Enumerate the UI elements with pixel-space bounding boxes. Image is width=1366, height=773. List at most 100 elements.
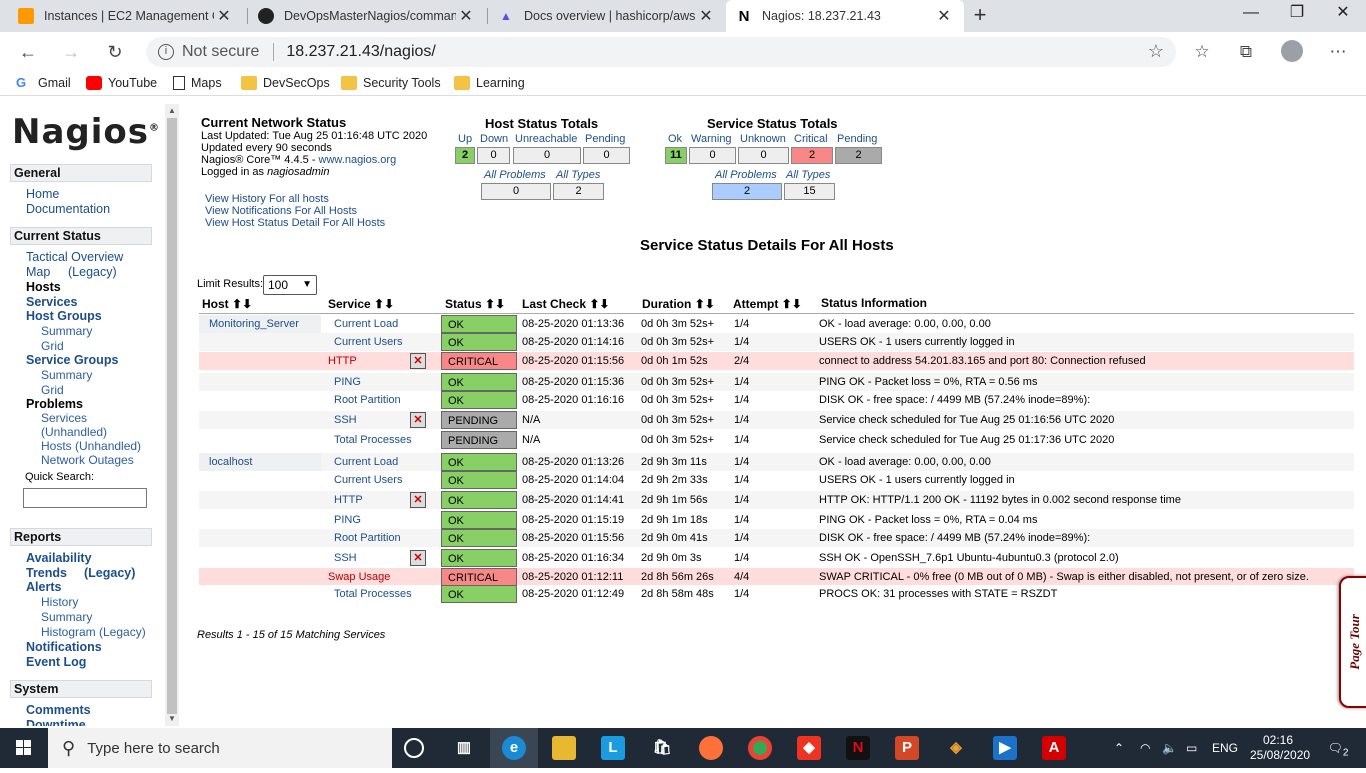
close-tab-icon[interactable]: ✕ [456, 6, 476, 26]
nav-host-groups[interactable]: Host Groups [26, 309, 102, 323]
service-cell[interactable]: Swap Usage [328, 568, 412, 586]
nav-hosts-unhandled[interactable]: Hosts (Unhandled) [41, 439, 141, 453]
host-down-count[interactable]: 0 [477, 147, 510, 164]
col-status[interactable]: Status ⬆⬇ [445, 297, 505, 311]
bookmark-learning[interactable]: Learning [454, 76, 525, 90]
notifications-disabled-icon[interactable]: ✕ [410, 492, 426, 508]
nav-trends[interactable]: Trends [26, 566, 67, 580]
clock[interactable]: 02:16 25/08/2020 [1250, 728, 1310, 768]
tray-chevron-icon[interactable]: ⌃ [1114, 728, 1124, 768]
nav-home[interactable]: Home [26, 187, 59, 201]
tab-nagios[interactable]: N Nagios: 18.237.21.43 ✕ [726, 0, 964, 32]
store-icon[interactable]: 🛍 [650, 736, 674, 760]
host-pending-count[interactable]: 0 [583, 147, 630, 164]
host-unreachable-count[interactable]: 0 [513, 147, 581, 164]
host-all-problems-label[interactable]: All Problems [484, 169, 546, 181]
nav-service-groups-summary[interactable]: Summary [41, 368, 92, 382]
limit-results-select[interactable]: 100 ▼ [263, 275, 317, 295]
firefox-icon[interactable] [699, 736, 723, 760]
nav-service-groups[interactable]: Service Groups [26, 353, 118, 367]
notifications-disabled-icon[interactable]: ✕ [410, 412, 426, 428]
taskbar-search[interactable]: ⚲ Type here to search [48, 728, 392, 768]
service-cell[interactable]: HTTP [334, 491, 418, 509]
view-notifications-link[interactable]: View Notifications For All Hosts [205, 205, 357, 217]
col-host[interactable]: Host ⬆⬇ [202, 297, 252, 311]
nav-hosts[interactable]: Hosts [26, 280, 61, 294]
service-cell[interactable]: Total Processes [334, 585, 418, 603]
nagios-org-link[interactable]: www.nagios.org [319, 154, 397, 166]
network-icon[interactable]: ◠ [1140, 728, 1150, 768]
close-tab-icon[interactable]: ✕ [214, 6, 234, 26]
star-icon[interactable]: ☆ [1148, 41, 1164, 62]
tab-github[interactable]: DevOpsMasterNagios/command ✕ [248, 0, 486, 32]
bookmark-maps[interactable]: Maps [173, 76, 222, 90]
notifications-disabled-icon[interactable]: ✕ [410, 353, 426, 369]
svc-all-problems-count[interactable]: 2 [712, 183, 782, 200]
tab-ec2[interactable]: Instances | EC2 Management Co ✕ [8, 0, 244, 32]
svc-warning-label[interactable]: Warning [691, 133, 732, 145]
svc-ok-count[interactable]: 11 [665, 147, 687, 164]
close-window-button[interactable]: ✕ [1320, 0, 1366, 32]
nav-host-groups-summary[interactable]: Summary [41, 324, 92, 338]
nav-alerts-summary[interactable]: Summary [41, 610, 92, 624]
nav-documentation[interactable]: Documentation [26, 202, 110, 216]
service-cell[interactable]: Current Load [334, 315, 418, 333]
quick-search-input[interactable] [23, 488, 147, 508]
service-cell[interactable]: SSH [334, 549, 418, 567]
windows-start-icon[interactable] [0, 728, 48, 768]
nav-alerts-histogram[interactable]: Histogram (Legacy) [41, 625, 146, 639]
scroll-down-icon[interactable]: ▼ [165, 714, 179, 723]
col-last-check[interactable]: Last Check ⬆⬇ [522, 297, 609, 311]
nav-tactical-overview[interactable]: Tactical Overview [26, 250, 123, 264]
roblox-icon[interactable]: ◆ [797, 736, 821, 760]
back-icon[interactable]: ← [14, 38, 42, 66]
col-service[interactable]: Service ⬆⬇ [328, 297, 394, 311]
nav-problems-services-unhandled[interactable]: (Unhandled) [41, 425, 107, 439]
svc-critical-count[interactable]: 2 [791, 147, 833, 164]
host-unreachable-label[interactable]: Unreachable [515, 133, 577, 145]
acrobat-icon[interactable]: A [1042, 736, 1066, 760]
svc-warning-count[interactable]: 0 [689, 147, 736, 164]
service-cell[interactable]: Current Load [334, 453, 418, 471]
svc-unknown-count[interactable]: 0 [738, 147, 789, 164]
file-explorer-icon[interactable] [552, 736, 576, 760]
more-icon[interactable]: ⋯ [1324, 38, 1352, 66]
host-cell[interactable]: localhost [199, 453, 321, 471]
nav-host-groups-grid[interactable]: Grid [41, 339, 64, 353]
svc-all-problems-label[interactable]: All Problems [715, 169, 777, 181]
svc-all-types-label[interactable]: All Types [786, 169, 830, 181]
view-host-status-link[interactable]: View Host Status Detail For All Hosts [205, 217, 385, 229]
forward-icon[interactable]: → [57, 38, 85, 66]
cortana-icon[interactable] [404, 738, 424, 758]
sort-icon[interactable]: ⬆⬇ [485, 297, 505, 311]
host-up-count[interactable]: 2 [455, 147, 475, 164]
svc-critical-label[interactable]: Critical [794, 133, 828, 145]
service-cell[interactable]: Current Users [334, 333, 418, 351]
task-view-icon[interactable]: ▥ [452, 736, 476, 760]
url-field[interactable]: i Not secure 18.237.21.43/nagios/ ☆ [146, 37, 1176, 67]
nav-alerts-history[interactable]: History [41, 595, 78, 609]
close-tab-icon[interactable]: ✕ [696, 6, 716, 26]
service-cell[interactable]: HTTP [328, 352, 412, 370]
nav-problems-services[interactable]: Services [41, 411, 87, 425]
host-cell[interactable]: Monitoring_Server [199, 315, 321, 333]
service-cell[interactable]: PING [334, 373, 418, 391]
service-cell[interactable]: PING [334, 511, 418, 529]
nav-comments[interactable]: Comments [26, 703, 91, 717]
powerpoint-icon[interactable]: P [895, 736, 919, 760]
bookmark-devsecops[interactable]: DevSecOps [241, 76, 330, 90]
reload-icon[interactable]: ↻ [101, 38, 129, 66]
nagios-logo[interactable]: Nagios® [12, 112, 160, 152]
sidebar-scrollbar[interactable]: ▲ ▼ [165, 104, 179, 726]
nav-availability[interactable]: Availability [26, 551, 92, 565]
nav-downtime[interactable]: Downtime [26, 718, 86, 726]
volume-icon[interactable]: 🔈 [1162, 728, 1177, 768]
view-history-link[interactable]: View History For all hosts [205, 193, 329, 205]
sort-icon[interactable]: ⬆⬇ [232, 297, 252, 311]
netflix-icon[interactable]: N [846, 736, 870, 760]
service-cell[interactable]: SSH [334, 411, 418, 429]
nav-network-outages[interactable]: Network Outages [41, 453, 134, 467]
sort-icon[interactable]: ⬆⬇ [374, 297, 394, 311]
host-all-types-count[interactable]: 2 [553, 183, 604, 200]
collections-icon[interactable]: ⧉ [1232, 38, 1260, 66]
